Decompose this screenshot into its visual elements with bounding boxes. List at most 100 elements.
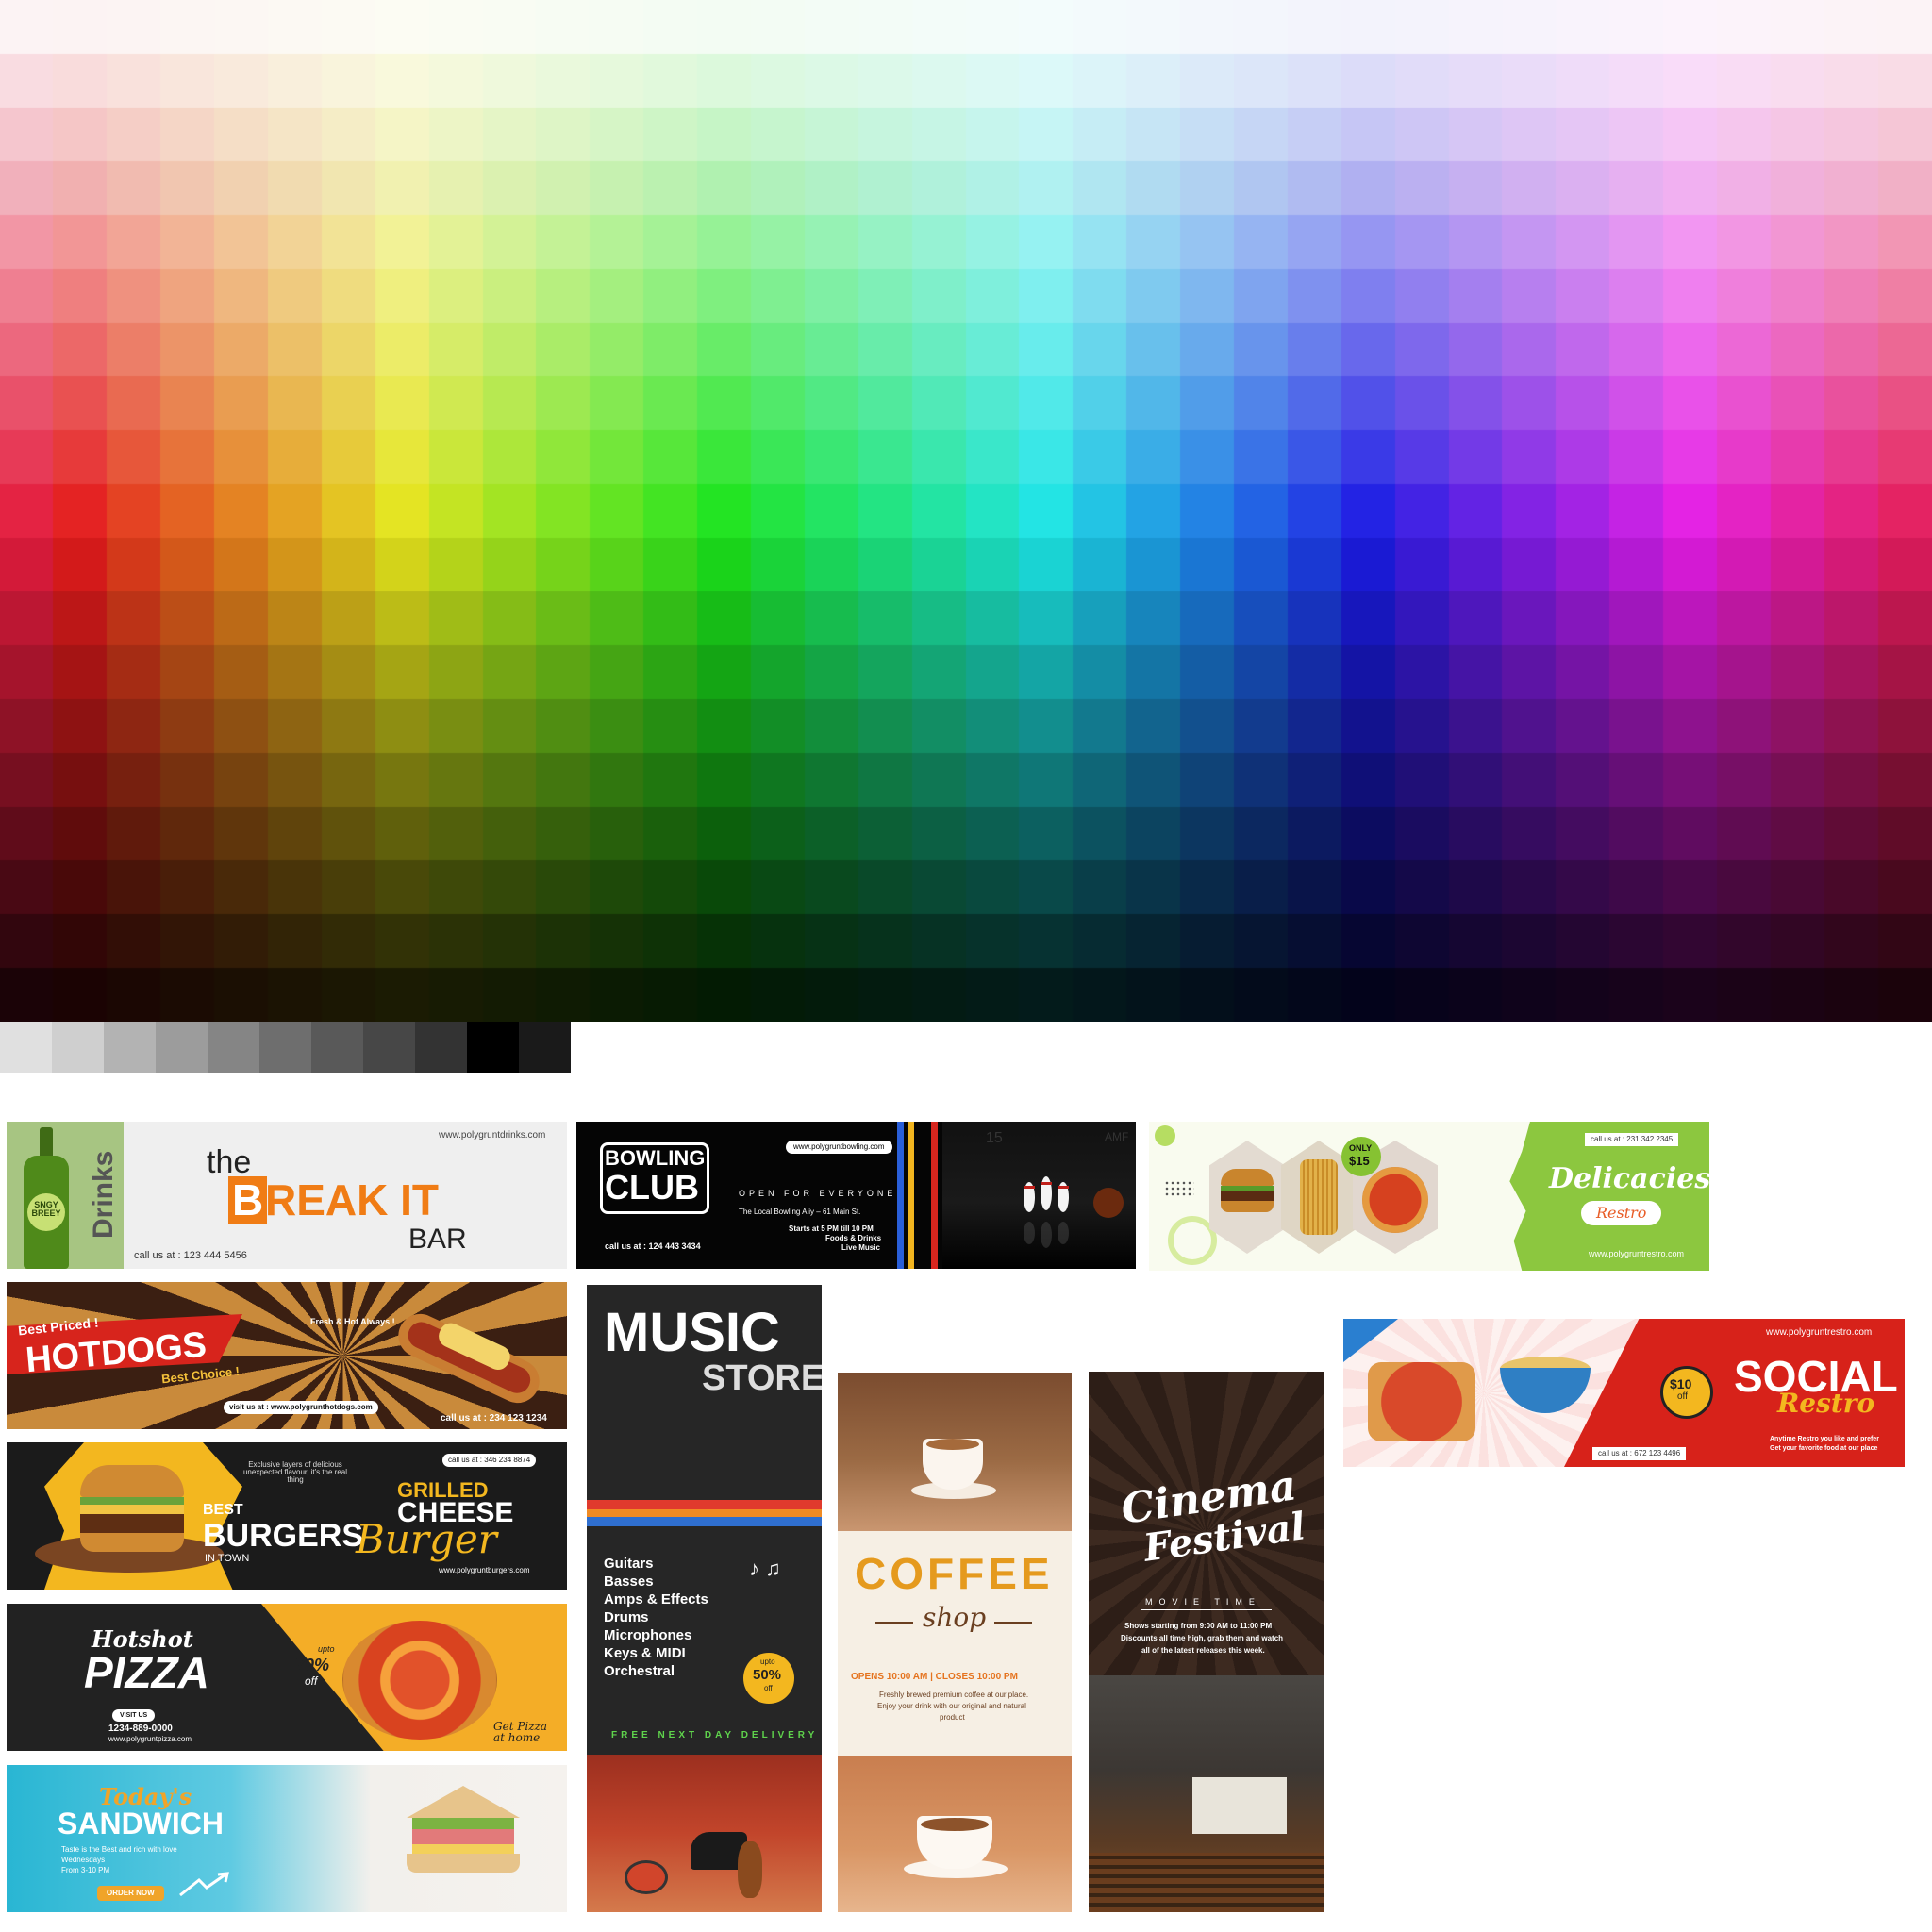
pizza-upto: upto xyxy=(318,1644,335,1654)
gray-swatch xyxy=(467,1022,519,1073)
music-stripe-blue xyxy=(587,1517,822,1526)
social-price: $10 xyxy=(1670,1376,1692,1391)
gray-swatch xyxy=(104,1022,156,1073)
delicacies-call: call us at : 231 342 2345 xyxy=(1585,1133,1679,1146)
hotdogs-visit[interactable]: visit us at : www.polygrunthotdogs.com xyxy=(224,1401,378,1414)
drinks-url[interactable]: www.polygruntdrinks.com xyxy=(439,1131,545,1141)
cinema-desc-2: Discounts all time high, grab them and w… xyxy=(1121,1634,1284,1642)
social-off: off xyxy=(1677,1391,1688,1402)
pizza-home: at home xyxy=(493,1731,541,1744)
bowling-line3: Live Music xyxy=(841,1243,880,1252)
gray-swatch xyxy=(0,1022,52,1073)
pizza-url[interactable]: www.polygruntpizza.com xyxy=(108,1736,192,1743)
drinks-the: the xyxy=(207,1144,252,1180)
banner-delicacies[interactable]: ONLY $15 call us at : 231 342 2345 Delic… xyxy=(1149,1122,1709,1271)
drinks-b-box: B xyxy=(228,1176,268,1224)
social-pizza-icon xyxy=(1368,1362,1475,1441)
dots-icon xyxy=(1164,1180,1194,1197)
burgers-town: IN TOWN xyxy=(205,1553,250,1564)
music-stripe-red xyxy=(587,1500,822,1509)
hotdogs-call: call us at : 234 123 1234 xyxy=(441,1413,547,1424)
pizza-phone: 1234-889-0000 xyxy=(108,1724,173,1734)
burgers-desc: Exclusive layers of delicious unexpected… xyxy=(242,1460,348,1484)
poster-music-store[interactable]: MUSIC STORE Guitars Basses Amps & Effect… xyxy=(587,1285,822,1912)
music-item: Basses xyxy=(604,1574,654,1590)
burgers-best: BEST xyxy=(203,1502,243,1518)
banner-bowling[interactable]: BOWLING CLUB www.polygruntbowling.com OP… xyxy=(576,1122,1136,1269)
sandwich-desc-3: From 3-10 PM xyxy=(61,1866,110,1874)
burgers-title: BURGERS xyxy=(203,1518,364,1554)
sandwich-title: SANDWICH xyxy=(58,1807,224,1840)
bowling-line2: Foods & Drinks xyxy=(825,1234,882,1242)
delicacies-url[interactable]: www.polygruntrestro.com xyxy=(1589,1250,1684,1258)
music-item: Keys & MIDI xyxy=(604,1645,686,1661)
drinks-break-it: REAK IT xyxy=(265,1175,439,1224)
fries-icon xyxy=(1300,1159,1338,1235)
pizza-visit[interactable]: VISIT US xyxy=(112,1709,156,1722)
pizza-title: PIZZA xyxy=(84,1648,209,1697)
gray-swatch xyxy=(311,1022,363,1073)
drums-icon xyxy=(625,1860,668,1894)
music-title-1: MUSIC xyxy=(604,1302,780,1363)
music-item: Orchestral xyxy=(604,1663,675,1679)
hotdogs-choice: Best Choice ! xyxy=(160,1363,241,1387)
bowling-title-1: BOWLING xyxy=(605,1146,706,1170)
pizza-icon xyxy=(1362,1167,1428,1233)
social-corner-blue xyxy=(1343,1319,1398,1362)
gray-swatch xyxy=(363,1022,415,1073)
banner-pizza[interactable]: Hotshot PIZZA upto 70% off VISIT US 1234… xyxy=(7,1604,567,1751)
grayscale-swatches xyxy=(0,1022,571,1073)
social-sub: Restro xyxy=(1777,1388,1875,1419)
coffee-desc-1: Freshly brewed premium coffee at our pla… xyxy=(879,1690,1029,1699)
cinema-screen-icon xyxy=(1192,1777,1287,1834)
coffee-desc-2: Enjoy your drink with our original and n… xyxy=(877,1702,1026,1710)
cinema-seats-icon xyxy=(1089,1853,1324,1912)
poster-coffee[interactable]: COFFEE shop OPENS 10:00 AM | CLOSES 10:0… xyxy=(838,1373,1072,1912)
bowling-stripe-red xyxy=(931,1122,938,1269)
coffee-shop: shop xyxy=(923,1602,987,1633)
bowling-stripe-blue xyxy=(897,1122,904,1269)
gray-swatch xyxy=(156,1022,208,1073)
cinema-divider xyxy=(1141,1609,1272,1610)
sandwich-order-button[interactable]: ORDER NOW xyxy=(97,1886,164,1901)
music-list: Guitars Basses Amps & Effects Drums Micr… xyxy=(604,1555,708,1680)
banner-sandwich[interactable]: Today's SANDWICH Taste is the Best and r… xyxy=(7,1765,567,1912)
cello-icon xyxy=(738,1841,762,1898)
coffee-title: COFFEE xyxy=(855,1549,1054,1598)
burgers-url[interactable]: www.polygruntburgers.com xyxy=(439,1567,529,1574)
music-title-2: STORE xyxy=(702,1358,822,1398)
banner-social-restro[interactable]: www.polygruntrestro.com $10 off SOCIAL R… xyxy=(1343,1319,1905,1467)
banner-hotdogs[interactable]: Best Priced ! HOTDOGS Best Choice ! Fres… xyxy=(7,1282,567,1429)
music-item: Microphones xyxy=(604,1627,692,1643)
social-call: call us at : 672 123 4496 xyxy=(1592,1447,1687,1460)
gray-swatch xyxy=(519,1022,571,1073)
burger-big-icon xyxy=(80,1465,184,1559)
bowling-address: The Local Bowling Aliy – 61 Main St. xyxy=(739,1208,861,1216)
sandwich-todays: Today's xyxy=(99,1783,192,1810)
deco-circle xyxy=(1155,1125,1175,1146)
delicacies-sub: Restro xyxy=(1581,1201,1662,1225)
pizza-off: off xyxy=(305,1674,318,1688)
bowling-lane-brand: AMF xyxy=(1105,1130,1129,1143)
bowling-url[interactable]: www.polygruntbowling.com xyxy=(786,1141,892,1154)
social-url[interactable]: www.polygruntrestro.com xyxy=(1766,1328,1872,1338)
cinema-desc-3: all of the latest releases this week. xyxy=(1141,1646,1265,1655)
banner-burgers[interactable]: Exclusive layers of delicious unexpected… xyxy=(7,1442,567,1590)
cinema-time: MOVIE TIME xyxy=(1145,1597,1261,1607)
bowling-title-2: CLUB xyxy=(605,1168,699,1207)
sandwich-icon xyxy=(407,1786,520,1890)
burgers-script: Burger xyxy=(356,1516,497,1562)
gray-swatch xyxy=(415,1022,467,1073)
drinks-call: call us at : 123 444 5456 xyxy=(134,1250,247,1261)
bowling-open: OPEN FOR EVERYONE xyxy=(739,1189,897,1198)
hotdogs-fresh: Fresh & Hot Always ! xyxy=(310,1317,395,1326)
gray-swatch xyxy=(259,1022,311,1073)
music-off: off xyxy=(764,1684,773,1692)
delicacies-title: Delicacies xyxy=(1549,1162,1709,1195)
banner-drinks[interactable]: SNGY BREEY Drinks www.polygruntdrinks.co… xyxy=(7,1122,567,1269)
bowling-stripe-yellow xyxy=(908,1122,914,1269)
poster-cinema[interactable]: Cinema Festival MOVIE TIME Shows startin… xyxy=(1089,1372,1324,1912)
color-palette-grid xyxy=(0,0,1932,1022)
cinema-desc-1: Shows starting from 9:00 AM to 11:00 PM xyxy=(1124,1622,1273,1630)
drinks-bar: BAR xyxy=(408,1224,467,1255)
